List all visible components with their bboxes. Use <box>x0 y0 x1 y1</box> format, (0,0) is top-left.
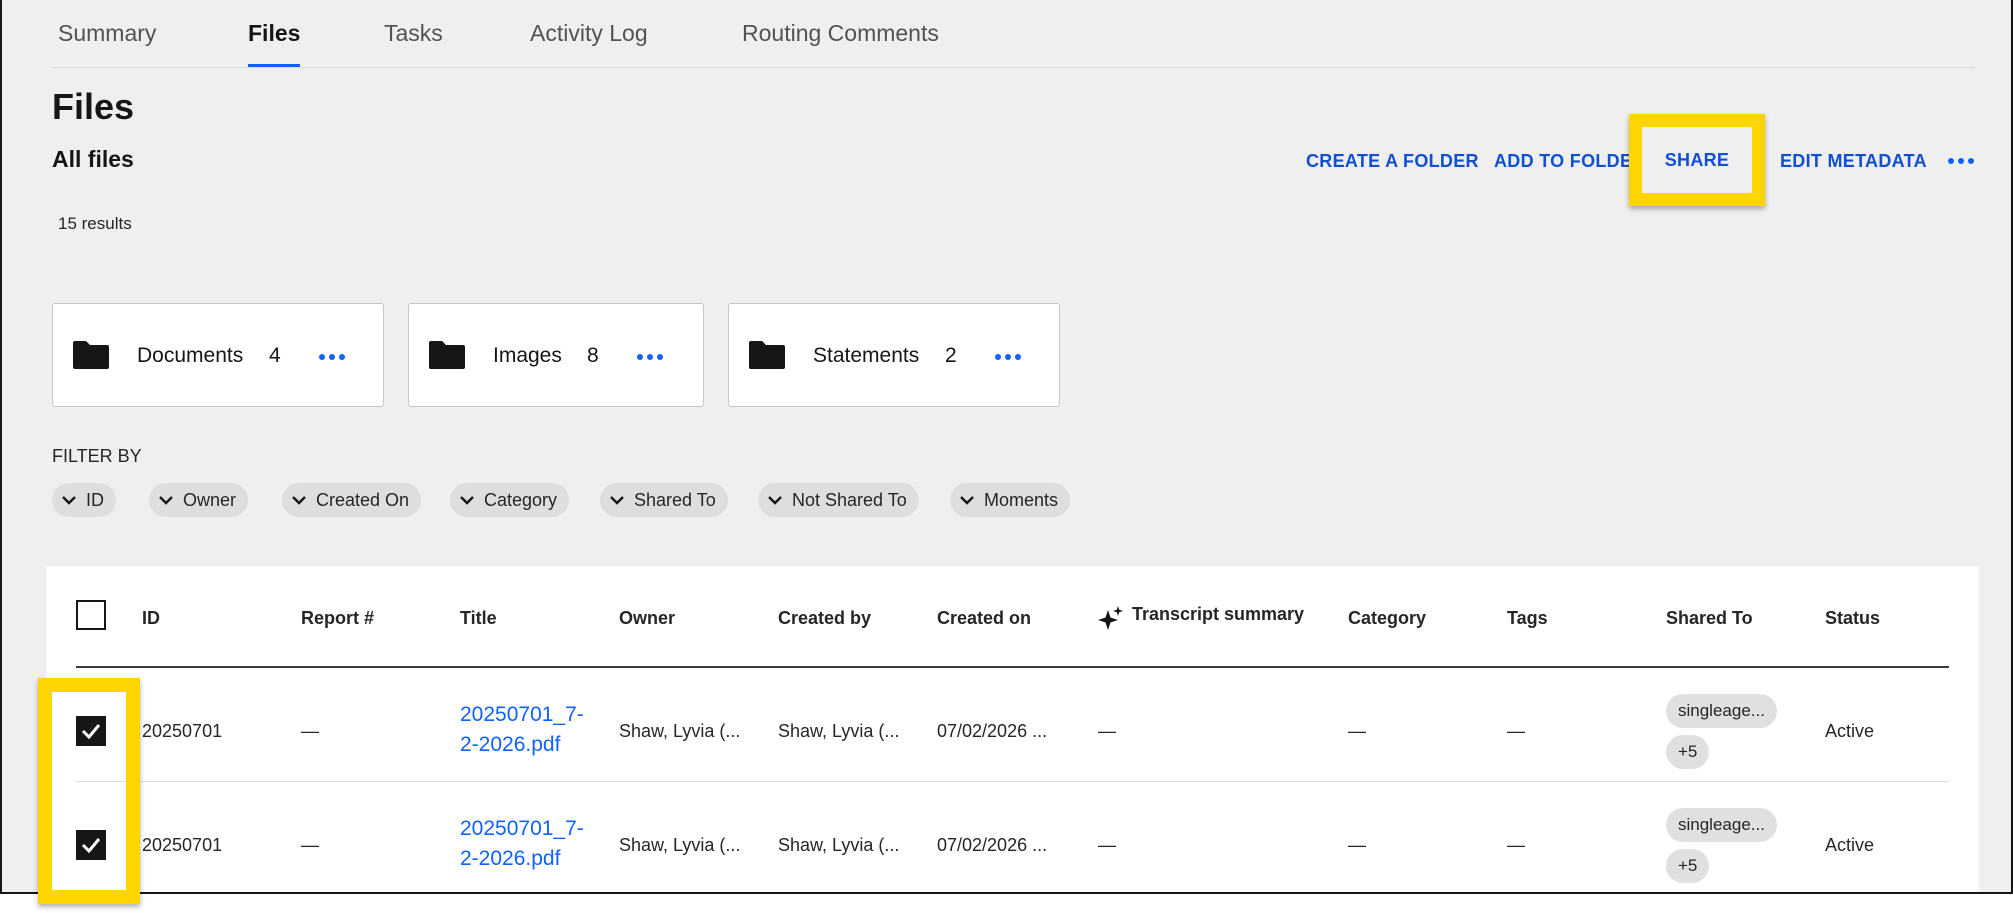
column-header-status[interactable]: Status <box>1825 608 1880 629</box>
column-header-category[interactable]: Category <box>1348 608 1426 629</box>
create-folder-button[interactable]: CREATE A FOLDER <box>1306 146 1479 176</box>
filter-chip-label: Category <box>484 489 558 510</box>
cell-report: — <box>301 721 319 741</box>
chevron-down-icon <box>62 496 76 505</box>
column-header-created-by[interactable]: Created by <box>778 608 871 629</box>
share-button[interactable]: SHARE <box>1642 127 1752 193</box>
cell-owner: Shaw, Lyvia (... <box>619 721 741 741</box>
filter-chip-label: Owner <box>183 489 237 510</box>
files-table: ID Report # Title Owner Created by Creat… <box>46 566 1979 892</box>
cell-id: 20250701 <box>142 835 223 855</box>
file-title-link[interactable]: 20250701_7-2-2026.pdf <box>460 814 600 874</box>
add-to-folder-button[interactable]: ADD TO FOLDE <box>1494 146 1632 176</box>
page-title: Files <box>52 86 135 127</box>
folder-name: Statements <box>813 344 920 367</box>
cell-status: Active <box>1825 835 1875 855</box>
column-header-shared-to[interactable]: Shared To <box>1666 608 1753 629</box>
column-header-owner[interactable]: Owner <box>619 608 675 629</box>
shared-to-more-tag[interactable]: +5 <box>1666 735 1710 769</box>
cell-created-by: Shaw, Lyvia (... <box>778 835 900 855</box>
cell-created-on: 07/02/2026 ... <box>937 835 1048 855</box>
shared-to-tag[interactable]: singleage... <box>1666 694 1777 728</box>
sparkle-ai-icon <box>1098 606 1123 630</box>
folder-count: 2 <box>945 344 957 367</box>
folder-name: Documents <box>137 344 244 367</box>
folder-icon <box>73 341 109 369</box>
cell-category: — <box>1348 721 1366 741</box>
tabs-divider <box>52 67 1975 68</box>
column-header-tags[interactable]: Tags <box>1507 608 1548 629</box>
filter-chip-label: Created On <box>316 489 410 510</box>
filter-chip-id[interactable]: ID <box>52 483 116 517</box>
chevron-down-icon <box>768 496 782 505</box>
folder-icon <box>749 341 785 369</box>
tab-tasks[interactable]: Tasks <box>384 0 446 68</box>
folder-count: 8 <box>587 344 599 367</box>
cell-category: — <box>1348 835 1366 855</box>
file-title-link[interactable]: 20250701_7-2-2026.pdf <box>460 700 600 760</box>
column-header-title[interactable]: Title <box>460 608 497 629</box>
cell-created-by: Shaw, Lyvia (... <box>778 721 900 741</box>
edit-metadata-button[interactable]: EDIT METADATA <box>1780 146 1927 176</box>
tab-bar: Summary Files Tasks Activity Log Routing… <box>58 0 1036 68</box>
cell-transcript: — <box>1098 835 1116 855</box>
chevron-down-icon <box>960 496 974 505</box>
results-count: 15 results <box>58 214 132 233</box>
filter-chip-shared-to[interactable]: Shared To <box>600 483 728 517</box>
filter-chip-not-shared-to[interactable]: Not Shared To <box>758 483 919 517</box>
tab-files[interactable]: Files <box>248 0 300 68</box>
chevron-down-icon <box>460 496 474 505</box>
cell-tags: — <box>1507 721 1525 741</box>
tab-activity-log[interactable]: Activity Log <box>530 0 658 68</box>
chevron-down-icon <box>292 496 306 505</box>
filter-chip-label: ID <box>86 489 104 510</box>
folder-card-documents[interactable]: Documents 4 <box>52 303 384 407</box>
header-divider <box>76 666 1949 668</box>
checkbox-highlight <box>38 678 140 904</box>
cell-transcript: — <box>1098 721 1116 741</box>
filter-chip-label: Moments <box>984 489 1059 510</box>
cell-tags: — <box>1507 835 1525 855</box>
column-header-id[interactable]: ID <box>142 608 160 629</box>
cell-status: Active <box>1825 721 1875 741</box>
cell-id: 20250701 <box>142 721 223 741</box>
filter-chip-owner[interactable]: Owner <box>149 483 249 517</box>
folder-overflow-menu-icon[interactable] <box>995 354 1021 360</box>
files-page: Summary Files Tasks Activity Log Routing… <box>0 0 2013 894</box>
filter-chip-created-on[interactable]: Created On <box>282 483 422 517</box>
shared-to-tag[interactable]: singleage... <box>1666 808 1777 842</box>
tab-summary[interactable]: Summary <box>58 0 164 68</box>
folder-overflow-menu-icon[interactable] <box>319 354 345 360</box>
folder-icon <box>429 341 465 369</box>
filter-chip-category[interactable]: Category <box>450 483 570 517</box>
overflow-menu-icon[interactable] <box>1948 146 1988 176</box>
cell-report: — <box>301 835 319 855</box>
column-header-transcript-summary[interactable]: Transcript summary <box>1132 604 1304 625</box>
chevron-down-icon <box>159 496 173 505</box>
column-header-report[interactable]: Report # <box>301 608 374 629</box>
column-header-created-on[interactable]: Created on <box>937 608 1031 629</box>
share-button-highlight: SHARE <box>1629 114 1765 206</box>
tab-routing-comments[interactable]: Routing Comments <box>742 0 952 68</box>
shared-to-more-tag[interactable]: +5 <box>1666 849 1710 883</box>
filter-chip-moments[interactable]: Moments <box>950 483 1071 517</box>
cell-created-on: 07/02/2026 ... <box>937 721 1048 741</box>
folder-count: 4 <box>269 344 281 367</box>
filter-chip-label: Not Shared To <box>792 489 907 510</box>
chevron-down-icon <box>610 496 624 505</box>
select-all-checkbox[interactable] <box>76 600 106 630</box>
filter-chip-label: Shared To <box>634 489 716 510</box>
filter-by-label: FILTER BY <box>52 446 142 466</box>
section-subtitle: All files <box>52 146 134 172</box>
cell-owner: Shaw, Lyvia (... <box>619 835 741 855</box>
row-divider <box>76 781 1949 782</box>
folder-card-statements[interactable]: Statements 2 <box>728 303 1060 407</box>
folder-name: Images <box>493 344 562 367</box>
folder-overflow-menu-icon[interactable] <box>637 354 663 360</box>
folder-card-images[interactable]: Images 8 <box>408 303 704 407</box>
